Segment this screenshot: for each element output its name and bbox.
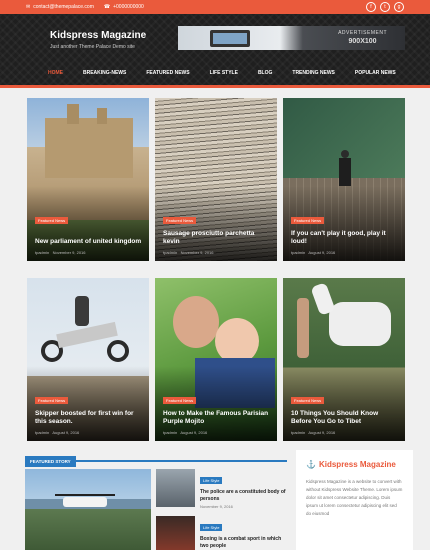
card-date: August 9, 2016 — [308, 430, 336, 435]
card-title[interactable]: How to Make the Famous Parisian Purple M… — [163, 410, 271, 426]
site-tagline: Just another Theme Palace Demo site — [50, 44, 135, 50]
news-card[interactable]: Featured News If you can't play it good,… — [283, 98, 405, 261]
ad-label: ADVERTISEMENT — [338, 30, 387, 36]
card-title[interactable]: 10 Things You Should Know Before You Go … — [291, 410, 399, 426]
card-date: August 9, 2016 — [308, 250, 336, 255]
category-badge[interactable]: Featured News — [291, 217, 325, 224]
category-badge[interactable]: Featured News — [163, 217, 197, 224]
phone-icon: ☎ — [103, 4, 111, 10]
card-meta: tpadmin August 9, 2016 — [163, 430, 207, 435]
list-category-badge[interactable]: Life Style — [200, 524, 223, 531]
featured-story-image[interactable] — [25, 469, 151, 550]
card-author[interactable]: tpadmin — [291, 430, 305, 435]
ad-size: 900X100 — [348, 38, 377, 45]
news-card[interactable]: Featured News 10 Things You Should Know … — [283, 278, 405, 441]
list-thumbnail[interactable] — [156, 516, 195, 550]
widget-title: ⚓ Kidspress Magazine — [306, 460, 403, 470]
news-card[interactable]: Featured News New parliament of united k… — [27, 98, 149, 261]
card-title[interactable]: Skipper boosted for first win for this s… — [35, 410, 143, 426]
list-item[interactable]: Life Style The police are a constituted … — [156, 469, 287, 509]
list-item[interactable]: Life Style Boxing is a combat sport in w… — [156, 516, 287, 550]
site-branding: Kidspress Magazine Just another Theme Pa… — [50, 30, 146, 50]
email-item[interactable]: ✉ contact@themepalace.com — [26, 4, 94, 10]
site-title[interactable]: Kidspress Magazine — [50, 30, 146, 41]
card-date: November 9, 2016 — [180, 250, 214, 255]
laptop-image — [210, 30, 250, 47]
list-thumbnail[interactable] — [156, 469, 195, 507]
list-item-info: Life Style Boxing is a combat sport in w… — [200, 516, 287, 550]
featured-story-header: FEATURED STORY — [25, 450, 287, 467]
facebook-icon[interactable]: f — [366, 2, 376, 12]
category-badge[interactable]: Featured News — [163, 397, 197, 404]
card-meta: tpadmin August 9, 2016 — [291, 430, 335, 435]
category-badge[interactable]: Featured News — [291, 397, 325, 404]
card-title[interactable]: Sausage prosciutto parchetta kevin — [163, 230, 271, 246]
advertisement-banner[interactable]: ADVERTISEMENT 900X100 — [178, 26, 405, 50]
card-date: November 9, 2016 — [52, 250, 86, 255]
nav-accent-line — [0, 85, 430, 88]
phone-item[interactable]: ☎ +0000000000 — [104, 4, 144, 10]
nav-item-featured-news[interactable]: FEATURED NEWS — [146, 70, 189, 76]
category-badge[interactable]: Featured News — [35, 397, 69, 404]
card-author[interactable]: tpadmin — [35, 430, 49, 435]
card-meta: tpadmin November 9, 2016 — [163, 250, 214, 255]
drone-image — [55, 494, 115, 507]
news-card[interactable]: Featured News How to Make the Famous Par… — [155, 278, 277, 441]
nav-item-breaking-news[interactable]: BREAKING-NEWS — [83, 70, 126, 76]
card-author[interactable]: tpadmin — [163, 250, 177, 255]
email-text: contact@themepalace.com — [33, 4, 94, 10]
card-meta: tpadmin August 9, 2016 — [291, 250, 335, 255]
news-grid: Featured News New parliament of united k… — [27, 98, 405, 441]
card-meta: tpadmin November 9, 2016 — [35, 250, 86, 255]
nav-item-home[interactable]: HOME — [48, 70, 63, 76]
featured-story-label: FEATURED STORY — [25, 456, 76, 467]
widget-text: Kidspress Magazine is a website to conve… — [306, 479, 403, 516]
nav-item-trending-news[interactable]: TRENDING NEWS — [292, 70, 335, 76]
google-plus-icon[interactable]: g — [394, 2, 404, 12]
card-author[interactable]: tpadmin — [291, 250, 305, 255]
list-category-badge[interactable]: Life Style — [200, 477, 223, 484]
about-widget: ⚓ Kidspress Magazine Kidspress Magazine … — [296, 450, 413, 550]
list-item-title[interactable]: Boxing is a combat sport in which two pe… — [200, 536, 287, 549]
list-item-title[interactable]: The police are a constituted body of per… — [200, 489, 287, 502]
top-bar: ✉ contact@themepalace.com ☎ +0000000000 … — [0, 0, 430, 14]
category-badge[interactable]: Featured News — [35, 217, 69, 224]
card-title[interactable]: New parliament of united kingdom — [35, 238, 143, 246]
nav-item-blog[interactable]: BLOG — [258, 70, 272, 76]
news-card[interactable]: Featured News Skipper boosted for first … — [27, 278, 149, 441]
card-title[interactable]: If you can't play it good, play it loud! — [291, 230, 399, 246]
card-author[interactable]: tpadmin — [163, 430, 177, 435]
phone-text: +0000000000 — [113, 4, 144, 10]
main-navigation: HOME BREAKING-NEWS FEATURED NEWS LIFE ST… — [48, 70, 396, 76]
list-item-info: Life Style The police are a constituted … — [200, 469, 287, 509]
widget-title-text: Kidspress Magazine — [318, 460, 396, 469]
card-author[interactable]: tpadmin — [35, 250, 49, 255]
envelope-icon: ✉ — [26, 4, 31, 10]
card-date: August 9, 2016 — [52, 430, 80, 435]
twitter-icon[interactable]: t — [380, 2, 390, 12]
ad-text: ADVERTISEMENT 900X100 — [338, 30, 387, 45]
list-item-date: November 9, 2016 — [200, 504, 233, 509]
anchor-icon: ⚓ — [306, 460, 316, 469]
card-date: August 9, 2016 — [180, 430, 208, 435]
featured-story-list: Life Style The police are a constituted … — [156, 469, 287, 550]
news-card[interactable]: Featured News Sausage prosciutto parchet… — [155, 98, 277, 261]
social-links: f t g — [366, 2, 404, 12]
card-meta: tpadmin August 9, 2016 — [35, 430, 79, 435]
nav-item-popular-news[interactable]: POPULAR NEWS — [355, 70, 396, 76]
site-header: Kidspress Magazine Just another Theme Pa… — [0, 14, 430, 88]
nav-item-life-style[interactable]: LIFE STYLE — [210, 70, 238, 76]
contact-info: ✉ contact@themepalace.com ☎ +0000000000 — [26, 4, 144, 10]
